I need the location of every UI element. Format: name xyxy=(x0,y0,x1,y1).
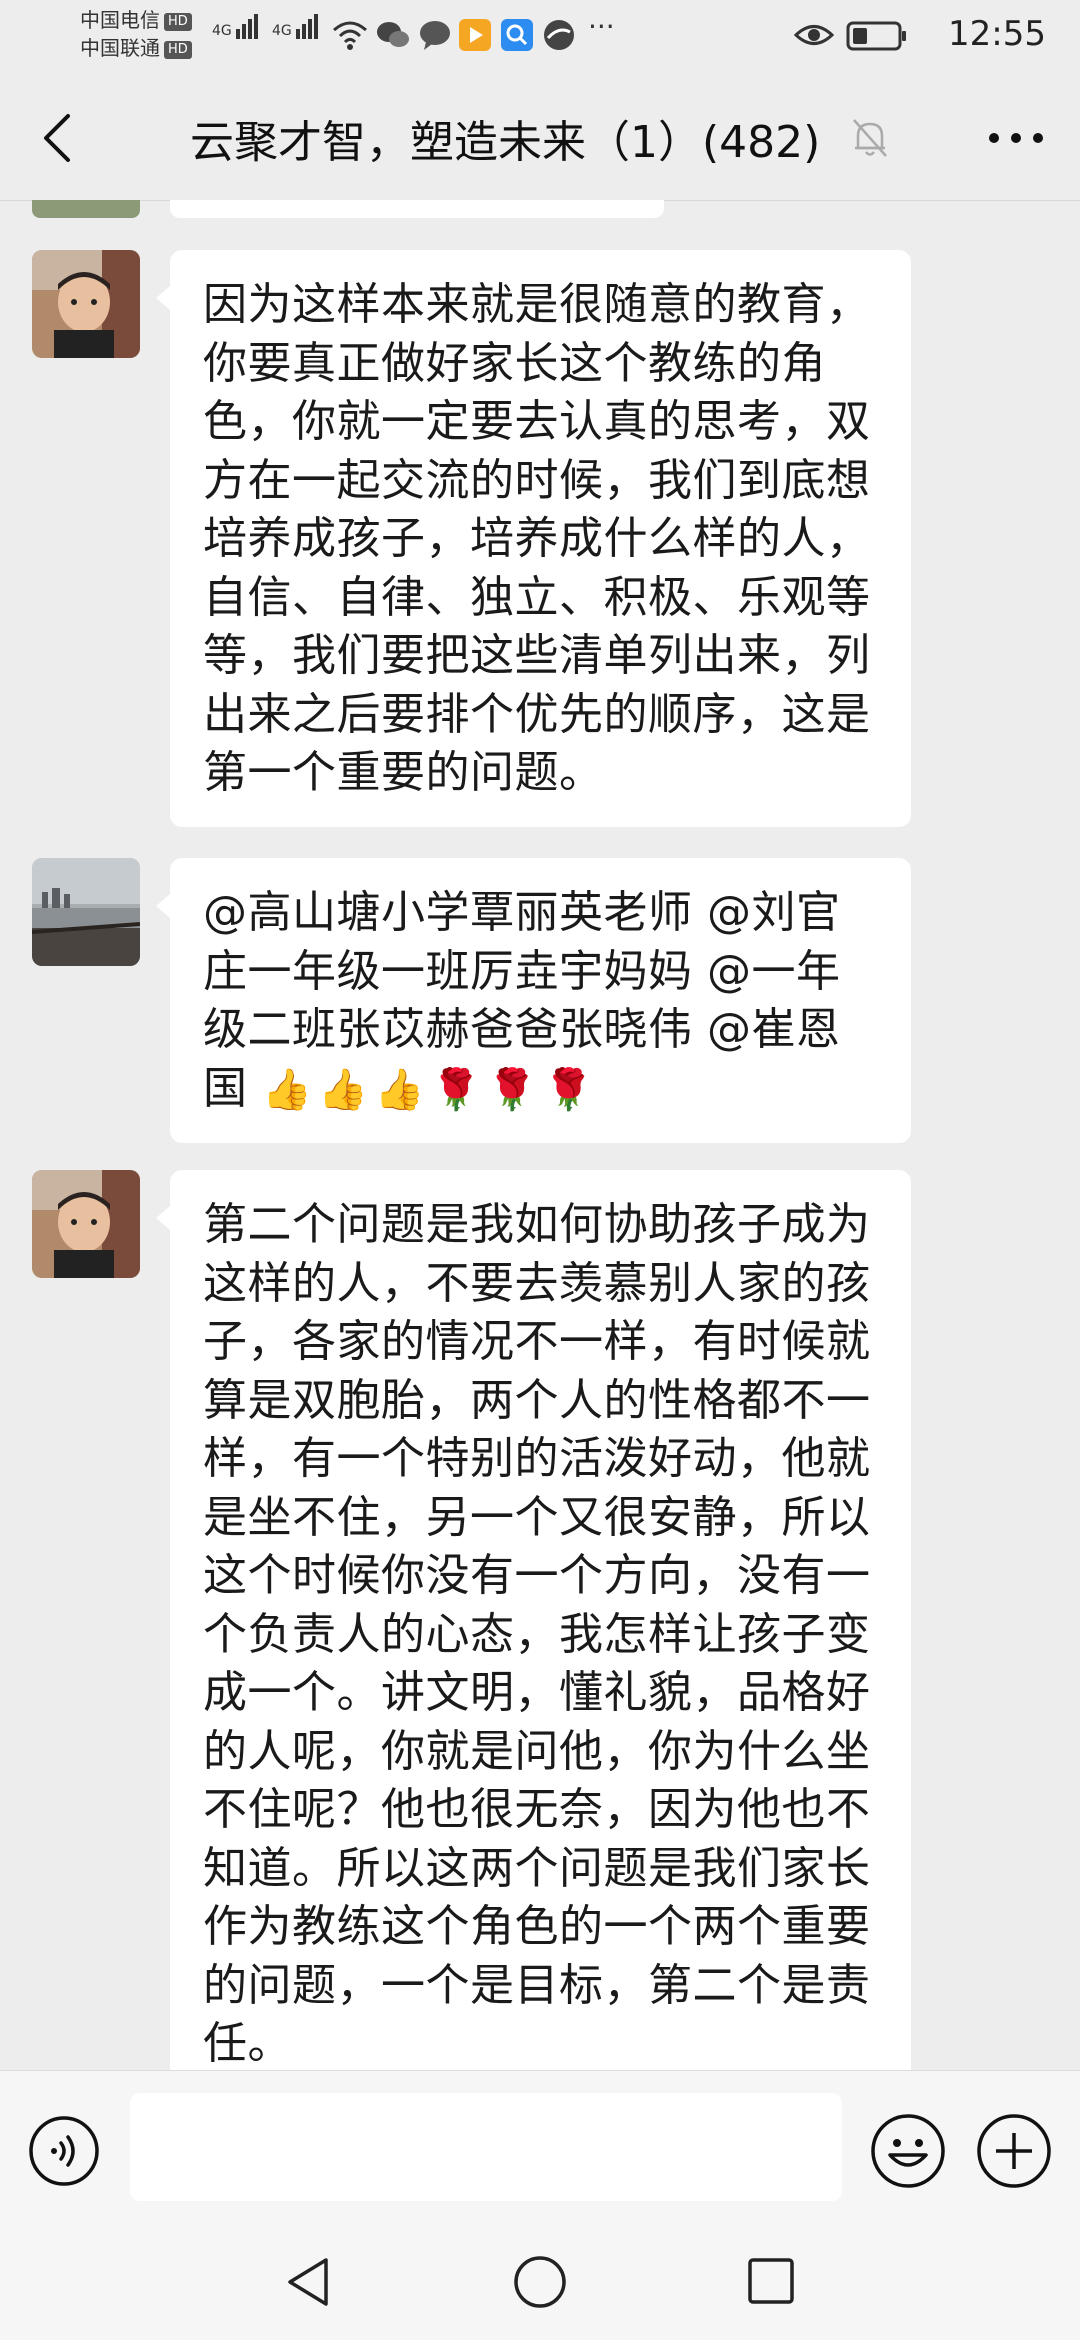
thumbs-up-emoji: 👍 xyxy=(374,1066,425,1113)
network-2-label: 4G xyxy=(272,23,292,39)
system-nav-bar xyxy=(0,2220,1080,2340)
search-app-icon xyxy=(501,19,533,51)
wechat-icon xyxy=(377,22,409,47)
message-bubble[interactable]: 第二个问题是我如何协助孩子成为 这样的人，不要去羡慕别人家的孩 子，各家的情况不… xyxy=(156,1170,911,2070)
thumbs-up-emoji: 👍 xyxy=(318,1066,369,1113)
wifi-icon xyxy=(333,21,367,50)
eye-icon xyxy=(794,25,834,45)
carrier-info: 中国电信 HD 中国联通 HD xyxy=(80,6,192,62)
network-1-label: 4G xyxy=(212,23,232,39)
avatar[interactable] xyxy=(32,200,140,218)
avatar[interactable] xyxy=(32,250,140,358)
thumbs-up-emoji: 👍 xyxy=(262,1066,313,1113)
input-bar xyxy=(0,2070,1080,2221)
emoji-row: 👍 👍 👍 🌹 🌹 🌹 xyxy=(248,1063,600,1114)
more-icon[interactable] xyxy=(988,130,1044,146)
voice-icon[interactable] xyxy=(28,2115,100,2187)
message-input[interactable] xyxy=(130,2093,842,2201)
nav-recents-icon[interactable] xyxy=(746,2256,796,2306)
rose-emoji: 🌹 xyxy=(543,1066,594,1113)
chat-message-list[interactable]: 因为这样本来就是很随意的教育， 你要真正做好家长这个教练的角 色，你就一定要去认… xyxy=(0,200,1080,2070)
video-app-icon xyxy=(459,19,491,51)
message-bubble[interactable] xyxy=(170,200,664,218)
hd-badge: HD xyxy=(164,41,192,59)
nav-back-icon[interactable] xyxy=(282,2254,334,2310)
plus-icon[interactable] xyxy=(976,2113,1052,2189)
signal-2-icon: 4G xyxy=(272,14,320,39)
rose-emoji: 🌹 xyxy=(430,1066,482,1113)
mute-bell-icon xyxy=(853,119,887,157)
hd-badge: HD xyxy=(164,13,192,31)
avatar[interactable] xyxy=(32,1170,140,1278)
status-bar: 中国电信 HD 中国联通 HD 4G 4G ··· 12:55 xyxy=(0,0,1080,72)
carrier-2-label: 中国联通 xyxy=(80,36,160,60)
battery-icon xyxy=(846,21,906,51)
nav-home-icon[interactable] xyxy=(512,2254,568,2310)
emoji-icon[interactable] xyxy=(870,2113,946,2189)
signal-1-icon: 4G xyxy=(212,14,260,39)
chat-title: 云聚才智，塑造未来（1）(482) xyxy=(190,117,821,168)
message-bubble[interactable]: @高山塘小学覃丽英老师 @刘官 庄一年级一班厉垚宇妈妈 @一年 级二班张苡赫爸爸… xyxy=(156,858,911,1143)
status-time: 12:55 xyxy=(948,14,1046,54)
rose-emoji: 🌹 xyxy=(487,1066,538,1113)
more-notifications-icon: ··· xyxy=(588,10,615,43)
message-bubble[interactable]: 因为这样本来就是很随意的教育， 你要真正做好家长这个教练的角 色，你就一定要去认… xyxy=(156,250,911,827)
back-icon[interactable] xyxy=(36,110,84,166)
chat-header: 云聚才智，塑造未来（1）(482) xyxy=(0,72,1080,201)
message-icon xyxy=(420,21,450,50)
carrier-1-label: 中国电信 xyxy=(80,8,160,32)
avatar[interactable] xyxy=(32,858,140,966)
browser-app-icon xyxy=(544,20,574,50)
